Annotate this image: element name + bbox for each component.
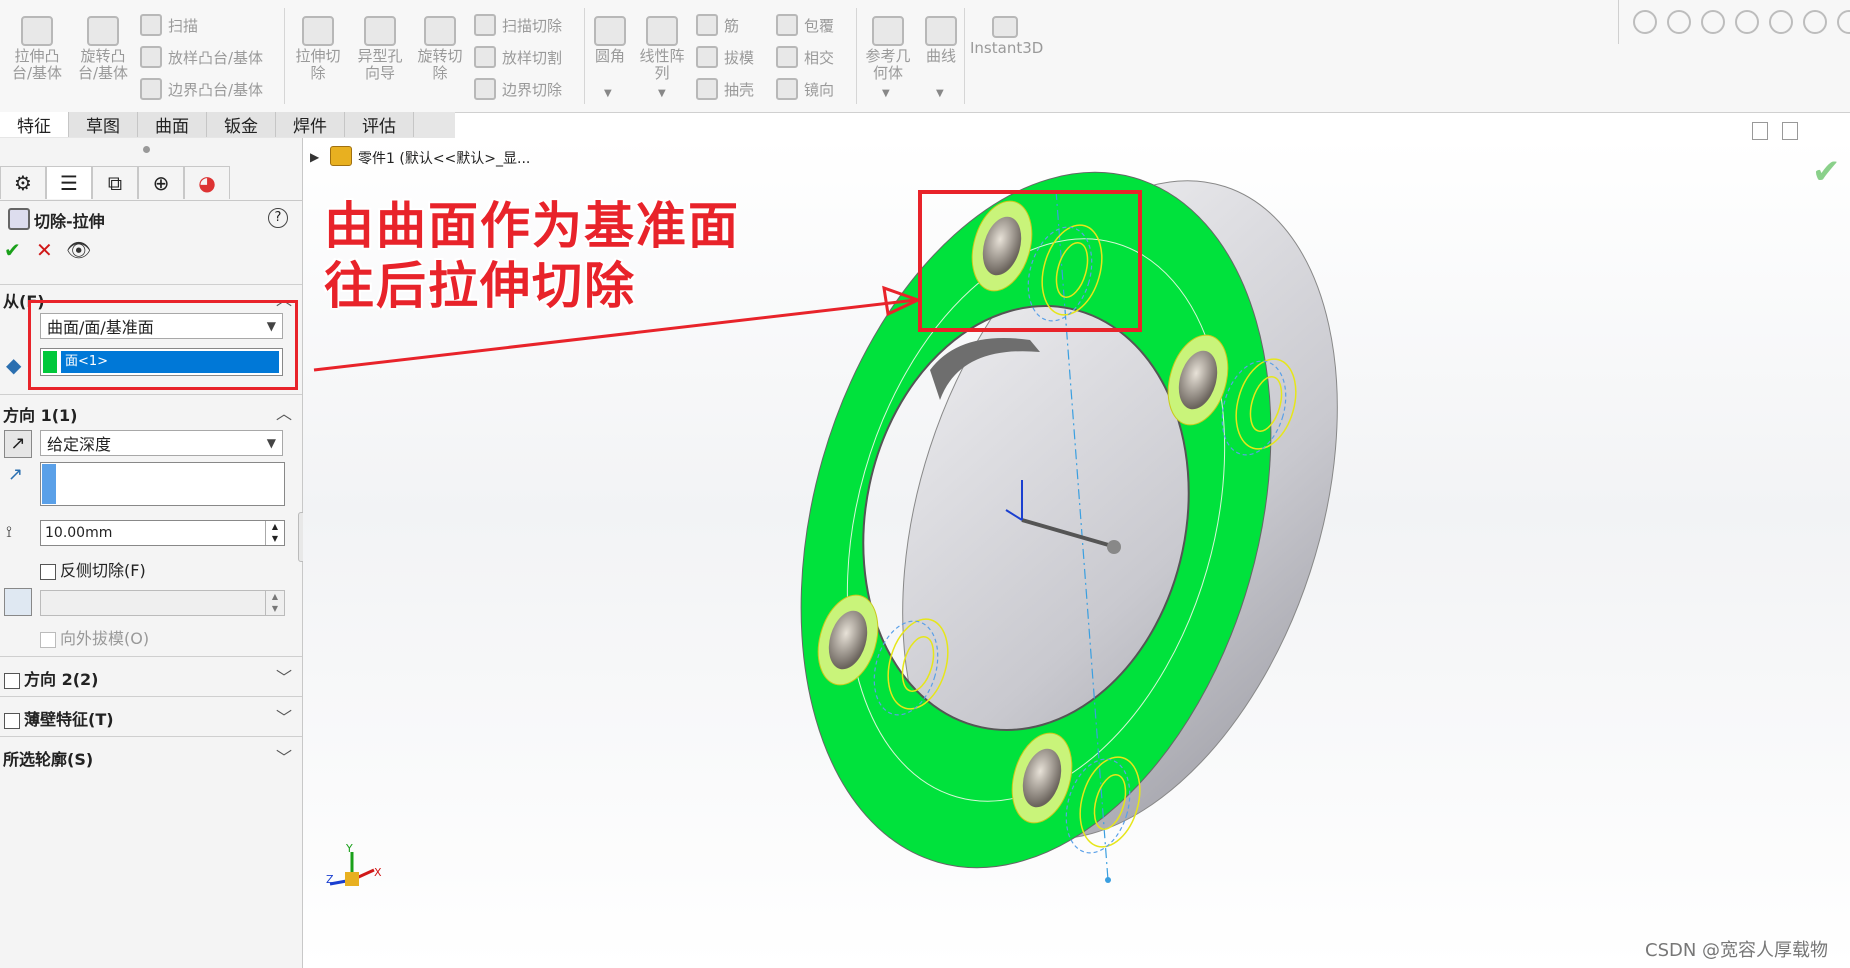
- triad-y-label: Y: [346, 842, 353, 855]
- axis-endpoint: [1105, 877, 1111, 883]
- annotation-line1: 由曲面作为基准面: [324, 197, 740, 255]
- triad-x-label: X: [374, 866, 382, 879]
- annotation-text: 由曲面作为基准面 往后拉伸切除: [324, 196, 740, 316]
- model-svg: [313, 171, 1338, 886]
- coordinate-triad: [329, 852, 375, 886]
- annotation-line2: 往后拉伸切除: [324, 257, 636, 315]
- extrude-arrow-handle[interactable]: [1107, 540, 1121, 554]
- watermark: CSDN @宽容人厚载物: [1645, 940, 1829, 961]
- triad-z-label: Z: [326, 873, 334, 886]
